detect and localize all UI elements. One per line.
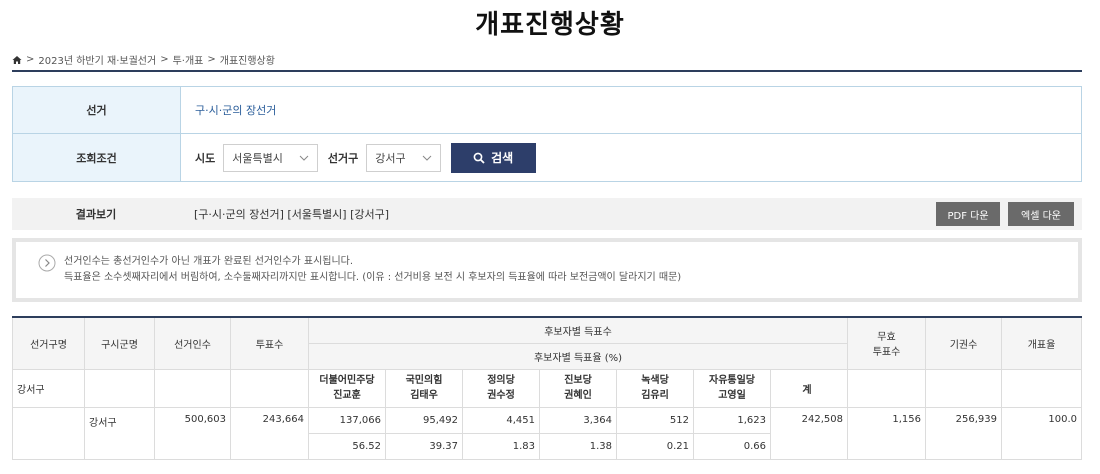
header-divider (12, 70, 1082, 72)
candidate-party: 녹색당 (641, 375, 669, 386)
candidate-cell: 정의당 권수정 (462, 368, 540, 408)
candidate-rate-cell: 0.66 (693, 432, 771, 460)
search-button[interactable]: 검색 (450, 142, 536, 173)
result-label: 결과보기 (75, 208, 117, 221)
candidate-party: 정의당 (487, 375, 515, 386)
header-district: 선거구명 (12, 316, 85, 370)
candidate-votes-cell: 4,451 (462, 406, 540, 434)
home-icon[interactable] (12, 55, 22, 65)
candidate-party: 자유통일당 (709, 375, 755, 386)
candidate-name: 김유리 (641, 390, 669, 401)
header-invalid-line-1: 무효 (877, 332, 896, 344)
election-type-link[interactable]: 구·시·군의 장선거 (195, 102, 276, 118)
candidate-votes-cell: 137,066 (308, 406, 386, 434)
header-electors: 선거인수 (154, 316, 231, 370)
header-sigungu: 구시군명 (84, 316, 155, 370)
breadcrumb-item-current: 개표진행상황 (219, 56, 275, 67)
candidate-name: 김태우 (410, 390, 438, 401)
candidate-name: 고영일 (718, 390, 746, 401)
district-select[interactable]: 강서구 (366, 143, 441, 172)
search-button-label: 검색 (491, 151, 514, 165)
abstain-cell: 256,939 (925, 406, 1002, 460)
candidate-rate-cell: 39.37 (385, 432, 463, 460)
notice-line-2: 득표율은 소수셋째자리에서 버림하여, 소수둘째자리까지만 표시합니다. (이유… (64, 272, 682, 283)
candidate-name: 권수정 (487, 390, 515, 401)
page-title: 개표진행상황 (475, 10, 625, 40)
chevron-right-circle-icon (38, 254, 56, 272)
sido-label: 시도 (195, 151, 216, 165)
header-candidate-votes: 후보자별 득표수 (308, 316, 848, 344)
candidate-party: 더불어민주당 (319, 375, 375, 386)
header-progress: 개표율 (1001, 316, 1082, 370)
candidate-party: 진보당 (564, 375, 592, 386)
header-candidate-rates: 후보자별 득표율 (%) (308, 342, 848, 370)
district-label: 선거구 (327, 151, 359, 165)
breadcrumb-item-voting[interactable]: 투·개표 (173, 52, 204, 67)
header-abstain: 기권수 (925, 316, 1002, 370)
table-row: 강서구 500,603 243,664 137,066 95,492 4,451… (12, 406, 1082, 460)
condition-label: 조회조건 (13, 134, 181, 181)
candidate-rate-cell: 56.52 (308, 432, 386, 460)
candidate-cell: 자유통일당 고영일 (693, 368, 771, 408)
sido-selected-value: 서울특별시 (232, 151, 283, 165)
header-votes: 투표수 (230, 316, 309, 370)
breadcrumb-separator: > (26, 54, 35, 65)
candidate-cell: 국민의힘 김태우 (385, 368, 463, 408)
candidate-rate-cell: 0.21 (616, 432, 694, 460)
chevron-down-icon (422, 155, 431, 161)
candidate-cell: 진보당 권혜인 (539, 368, 617, 408)
district-selected-value: 강서구 (375, 151, 406, 165)
chevron-down-icon (299, 155, 309, 161)
candidate-votes-cell: 1,623 (693, 406, 771, 434)
search-icon (473, 152, 485, 164)
candidate-cell: 더불어민주당 진교훈 (308, 368, 386, 408)
total-votes-cell: 242,508 (770, 406, 848, 460)
district-name-cell: 강서구 (12, 368, 85, 408)
candidate-rate-cell: 1.83 (462, 432, 540, 460)
candidate-votes-cell: 512 (616, 406, 694, 434)
result-bar: 결과보기 [구·시·군의 장선거] [서울특별시] [강서구] PDF 다운 엑… (12, 198, 1082, 230)
header-invalid-line-2: 투표수 (872, 347, 901, 359)
sido-select[interactable]: 서울특별시 (223, 143, 318, 172)
electors-cell: 500,603 (154, 406, 231, 460)
breadcrumb-separator: > (207, 54, 216, 65)
breadcrumb: > 2023년 하반기 재·보궐선거 > 투·개표 > 개표진행상황 (12, 52, 275, 67)
table-row: 강서구 더불어민주당 진교훈 국민의힘 김태우 정의당 권수정 진보당 권혜인 … (12, 368, 1082, 408)
candidate-cell: 녹색당 김유리 (616, 368, 694, 408)
votes-cell: 243,664 (230, 406, 309, 460)
candidate-name: 진교훈 (333, 390, 361, 401)
candidate-name: 권혜인 (564, 390, 592, 401)
candidate-rate-cell: 1.38 (539, 432, 617, 460)
total-header-cell: 계 (770, 368, 848, 408)
sigungu-cell: 강서구 (84, 406, 155, 460)
candidate-votes-cell: 3,364 (539, 406, 617, 434)
progress-cell: 100.0 (1001, 406, 1082, 460)
notice-box: 선거인수는 총선거인수가 아닌 개표가 완료된 선거인수가 표시됩니다. 득표율… (12, 238, 1082, 302)
pdf-download-button[interactable]: PDF 다운 (936, 202, 1000, 226)
candidate-votes-cell: 95,492 (385, 406, 463, 434)
election-row: 선거 구·시·군의 장선거 (13, 87, 1081, 134)
excel-download-button[interactable]: 엑셀 다운 (1008, 202, 1074, 226)
header-invalid: 무효 투표수 (847, 316, 926, 370)
result-summary: [구·시·군의 장선거] [서울특별시] [강서구] (194, 208, 390, 221)
search-panel: 선거 구·시·군의 장선거 조회조건 시도 서울특별시 선거구 강서구 검색 (12, 86, 1082, 182)
invalid-cell: 1,156 (847, 406, 926, 460)
results-table: 선거구명 구시군명 선거인수 투표수 후보자별 득표수 무효 투표수 기권수 개… (12, 316, 1082, 460)
notice-line-1: 선거인수는 총선거인수가 아닌 개표가 완료된 선거인수가 표시됩니다. (64, 256, 354, 267)
candidate-party: 국민의힘 (405, 375, 443, 386)
breadcrumb-item-election[interactable]: 2023년 하반기 재·보궐선거 (38, 52, 156, 67)
election-label: 선거 (13, 87, 181, 133)
breadcrumb-separator: > (160, 54, 169, 65)
condition-row: 조회조건 시도 서울특별시 선거구 강서구 검색 (13, 134, 1081, 181)
